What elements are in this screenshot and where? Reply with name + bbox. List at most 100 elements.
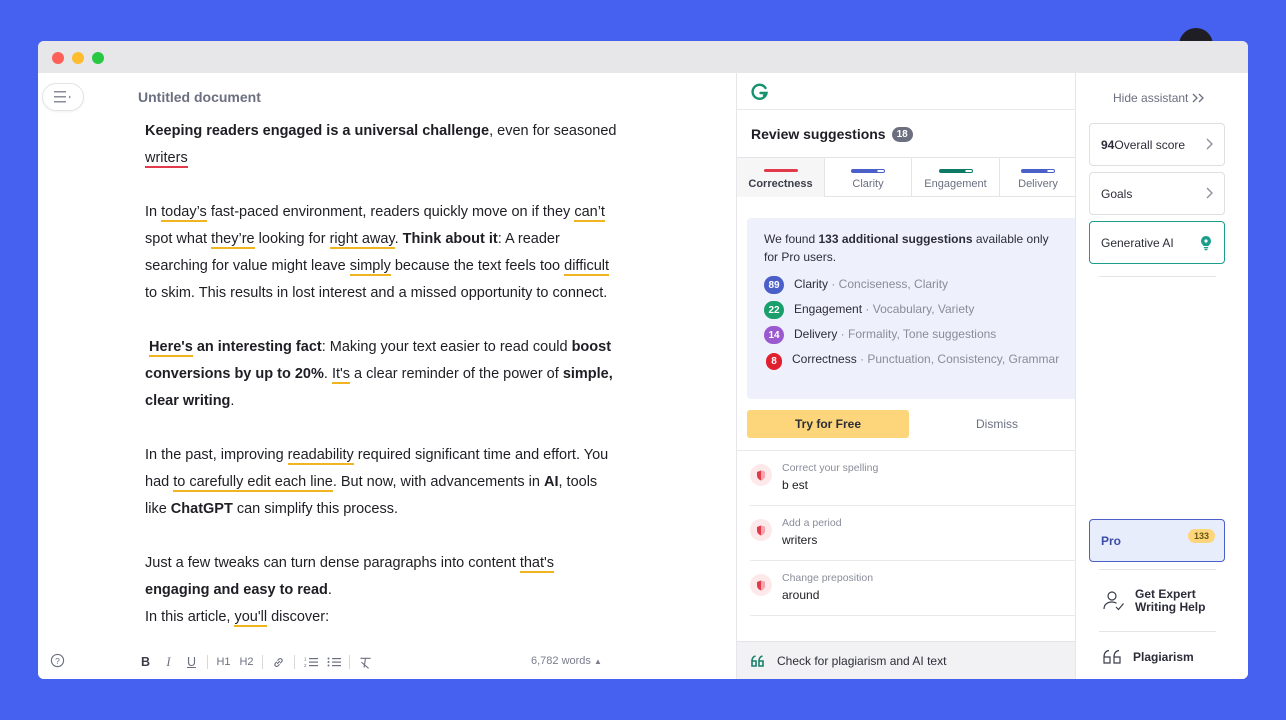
text-span: We found	[764, 232, 819, 246]
suggestion-type: Add a period	[782, 517, 842, 529]
help-icon[interactable]: ?	[50, 653, 65, 668]
bold-text: simple,	[562, 366, 613, 382]
paragraph-1: Keeping readers engaged is a universal c…	[145, 118, 645, 145]
chevron-right-icon	[1206, 187, 1213, 199]
expert-writing-help-button[interactable]: Get Expert Writing Help	[1102, 588, 1205, 614]
word-count[interactable]: 6,782 words ▲	[531, 655, 602, 667]
minimize-window-button[interactable]	[72, 52, 84, 64]
chevron-up-icon: ▲	[594, 657, 602, 666]
suggestion-heres[interactable]: Here's	[149, 339, 193, 357]
menu-button[interactable]	[42, 83, 84, 111]
link-button[interactable]	[267, 653, 290, 671]
maximize-window-button[interactable]	[92, 52, 104, 64]
numbered-list-button[interactable]: 12	[299, 653, 322, 671]
tab-engagement[interactable]: Engagement	[912, 158, 1000, 197]
overall-score-button[interactable]: 94 Overall score	[1089, 123, 1225, 166]
tab-clarity[interactable]: Clarity	[825, 158, 912, 197]
text-span: looking for	[254, 231, 330, 247]
suggestion-todays[interactable]: today’s	[161, 204, 207, 222]
paragraph-4: In the past, improving readability requi…	[145, 442, 645, 523]
text-span: can simplify this process.	[232, 501, 399, 517]
count-badge: 8	[766, 353, 782, 370]
suggestion-its[interactable]: It's	[331, 366, 351, 384]
score-value: 94	[1101, 137, 1115, 152]
suggestion-word: around	[782, 588, 820, 602]
tab-delivery[interactable]: Delivery	[1000, 158, 1075, 197]
bold-text: Keeping readers engaged is a universal c…	[145, 123, 490, 139]
suggestion-theyre[interactable]: they’re	[211, 231, 255, 249]
suggestion-readability[interactable]: readability	[287, 447, 354, 465]
text-span: searching for value might leave	[145, 258, 350, 274]
paragraph-1-line-2: writers	[145, 145, 645, 172]
suggestion-difficult[interactable]: difficult	[564, 258, 610, 276]
text-span: because the text feels too	[390, 258, 565, 274]
pro-row-correctness: 8 Correctness · Punctuation, Consistency…	[764, 351, 1060, 370]
tab-label: Correctness	[748, 178, 813, 190]
text-span: fast-paced environment, readers quickly …	[206, 204, 575, 220]
numbered-list-icon: 12	[304, 657, 318, 668]
hide-assistant-label: Hide assistant	[1113, 91, 1189, 105]
document-body[interactable]: Keeping readers engaged is a universal c…	[145, 118, 645, 631]
suggestion-type: Change preposition	[782, 572, 874, 584]
quote-outline-icon	[1103, 649, 1121, 664]
pro-button[interactable]: Pro 133	[1089, 519, 1225, 562]
pro-count-badge: 133	[1187, 529, 1215, 543]
text-span: spot what	[145, 231, 212, 247]
tab-correctness[interactable]: Correctness	[737, 158, 825, 197]
bold-button[interactable]: B	[134, 653, 157, 671]
try-for-free-button[interactable]: Try for Free	[747, 410, 909, 438]
expert-label-line-2: Writing Help	[1135, 600, 1206, 614]
suggestion-card[interactable]: Change preposition around	[750, 561, 1075, 616]
assistant-rail: Hide assistant 94 Overall score Goals Ge…	[1075, 73, 1248, 679]
close-window-button[interactable]	[52, 52, 64, 64]
svg-text:?: ?	[55, 656, 60, 666]
count-badge: 22	[764, 301, 784, 319]
paragraph-3: Here's an interesting fact: Making your …	[145, 334, 645, 415]
bulleted-list-icon	[327, 657, 341, 667]
text-span: In	[145, 204, 162, 220]
expert-person-icon	[1103, 591, 1124, 611]
bold-text: clear writing	[145, 393, 231, 409]
suggestion-right-away[interactable]: right away	[329, 231, 395, 249]
text-span: In this article,	[145, 609, 235, 625]
underline-button[interactable]: U	[180, 653, 203, 671]
lightbulb-icon	[1201, 236, 1211, 251]
suggestion-simply[interactable]: simply	[349, 258, 391, 276]
bold-text: boost	[571, 339, 612, 355]
text-span: to skim. This results in lost interest a…	[145, 285, 608, 301]
suggestion-youll[interactable]: you'll	[234, 609, 268, 627]
suggestion-card[interactable]: Correct your spelling b est	[750, 451, 1075, 506]
suggestion-cant[interactable]: can’t	[574, 204, 605, 222]
bold-text: 133 additional suggestions	[818, 232, 973, 246]
suggestion-card[interactable]: Add a period writers	[750, 506, 1075, 561]
svg-text:2: 2	[304, 663, 307, 668]
check-plagiarism-bar[interactable]: Check for plagiarism and AI text	[737, 641, 1075, 679]
document-title[interactable]: Untitled document	[138, 89, 261, 105]
word-count-text: 6,782 words	[531, 655, 591, 667]
bulleted-list-button[interactable]	[322, 653, 345, 671]
spelling-issue-writers[interactable]: writers	[145, 150, 188, 168]
generative-ai-button[interactable]: Generative AI	[1089, 221, 1225, 264]
heading-1-button[interactable]: H1	[212, 653, 235, 671]
review-title: Review suggestions	[751, 126, 886, 142]
pro-label: Pro	[1101, 533, 1122, 548]
suggestion-carefully-edit[interactable]: to carefully edit each line	[173, 474, 333, 492]
goals-button[interactable]: Goals	[1089, 172, 1225, 215]
shield-icon	[750, 574, 772, 596]
paragraph-6: In this article, you'll discover:	[145, 604, 645, 631]
clear-formatting-button[interactable]	[354, 653, 377, 671]
shield-icon	[750, 464, 772, 486]
suggestion-thats[interactable]: that's	[519, 555, 555, 573]
dismiss-button[interactable]: Dismiss	[917, 410, 1075, 438]
generative-ai-label: Generative AI	[1101, 235, 1174, 250]
heading-2-button[interactable]: H2	[235, 653, 258, 671]
hide-assistant-button[interactable]: Hide assistant	[1113, 91, 1205, 105]
category-detail: · Punctuation, Consistency, Grammar	[856, 352, 1060, 366]
text-span: discover:	[267, 609, 330, 625]
title-bar	[38, 41, 1248, 73]
category-detail: · Conciseness, Clarity	[828, 277, 949, 291]
text-span: In the past, improving	[145, 447, 288, 463]
plagiarism-button[interactable]: Plagiarism	[1102, 649, 1194, 665]
italic-button[interactable]: I	[157, 653, 180, 671]
score-label: Overall score	[1114, 137, 1186, 152]
